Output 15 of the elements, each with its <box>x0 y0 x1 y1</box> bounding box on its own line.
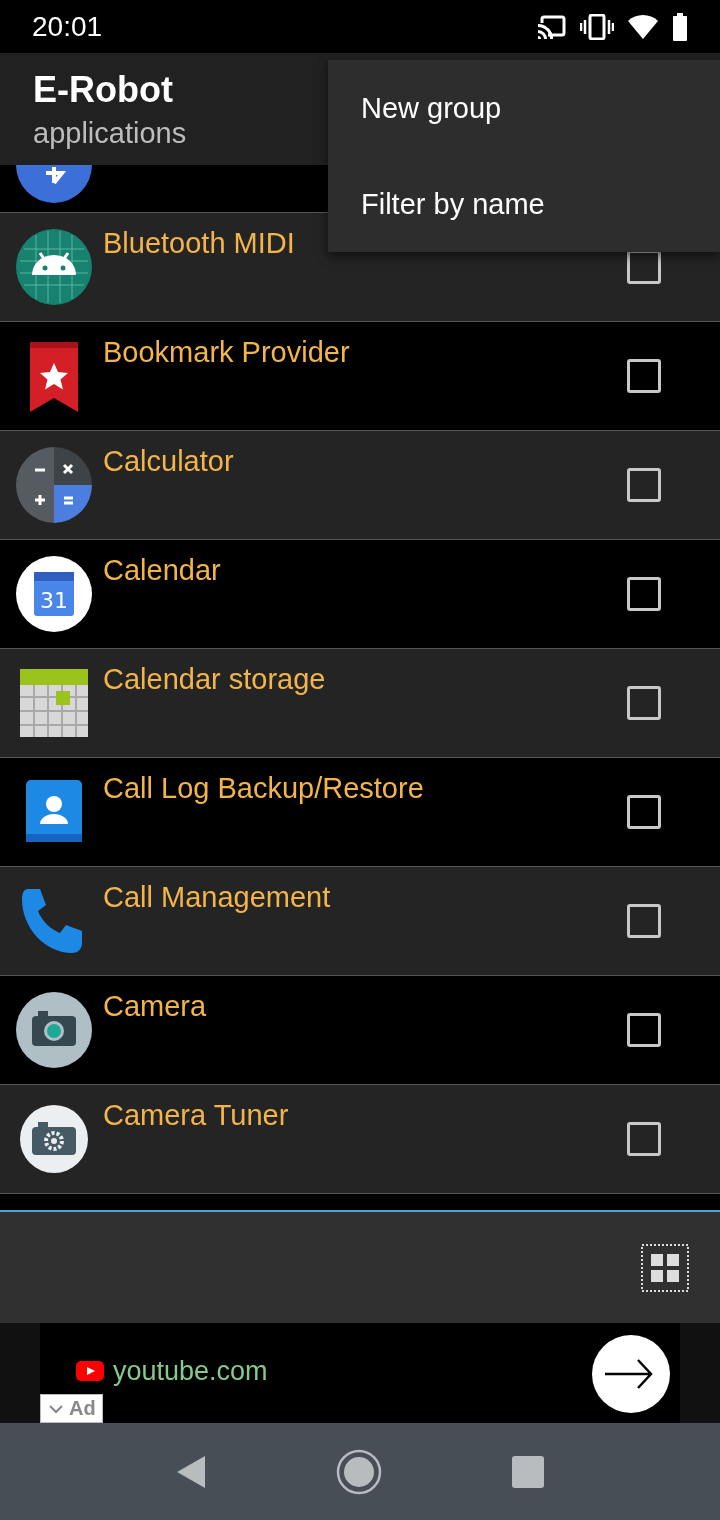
app-name: Call Management <box>103 881 332 914</box>
app-name: Calendar <box>103 554 222 587</box>
app-subtitle: applications <box>33 116 187 150</box>
app-name: Bluetooth MIDI <box>103 227 296 260</box>
app-name: Calculator <box>103 445 235 478</box>
app-title: E-Robot <box>33 68 173 111</box>
app-name: Bookmark Provider <box>103 336 351 369</box>
app-name: Camera <box>103 990 208 1023</box>
ad-domain: youtube.com <box>113 1355 268 1387</box>
clock: 20:01 <box>32 10 104 43</box>
calendar-icon: 31 <box>16 556 92 632</box>
ad-label: Ad <box>69 1397 96 1420</box>
app-name: Calendar storage <box>103 663 327 696</box>
app-name: Camera Tuner <box>103 1099 290 1132</box>
app-name: Call Log Backup/Restore <box>103 772 425 805</box>
